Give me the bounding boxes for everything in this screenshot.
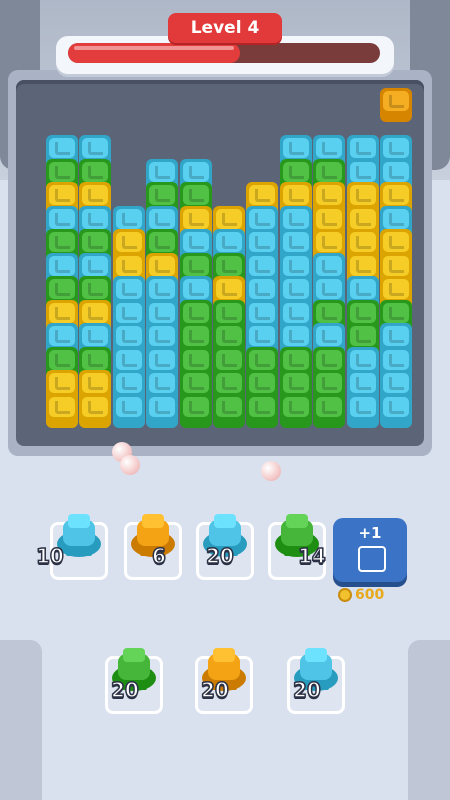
active-shooter[interactable]: 6 [122, 510, 184, 572]
shooter-ammo-count: 10 [35, 543, 64, 569]
shooter-ammo-count: 14 [297, 543, 326, 569]
shooter-ammo-count: 20 [292, 677, 321, 703]
projectile [120, 455, 140, 475]
queued-shooter[interactable]: 20 [285, 644, 347, 706]
cannon-icon [358, 546, 386, 572]
shooter-ammo-count: 20 [205, 543, 234, 569]
level-progress-fill [68, 43, 240, 63]
shooter-ammo-count: 6 [151, 543, 166, 569]
price-value: 600 [355, 587, 385, 603]
left-floor-edge [0, 640, 42, 800]
right-floor-edge [408, 640, 450, 800]
shooter-ammo-count: 20 [110, 677, 139, 703]
shooter-ammo-count: 20 [200, 677, 229, 703]
active-shooter[interactable]: 14 [266, 510, 328, 572]
level-title: Level 4 [168, 13, 282, 43]
level-progress-bar [68, 43, 380, 63]
active-shooter[interactable]: 10 [35, 510, 110, 572]
add-slot-label: +1 [358, 524, 382, 542]
board [16, 80, 424, 446]
queued-shooter[interactable]: 20 [103, 644, 165, 706]
add-slot-price: 600 [338, 587, 384, 603]
add-slot-button[interactable]: +1 [333, 518, 407, 582]
active-shooter[interactable]: 20 [194, 510, 256, 572]
coin-icon [338, 588, 352, 602]
projectile [261, 461, 281, 481]
queued-shooter[interactable]: 20 [193, 644, 255, 706]
